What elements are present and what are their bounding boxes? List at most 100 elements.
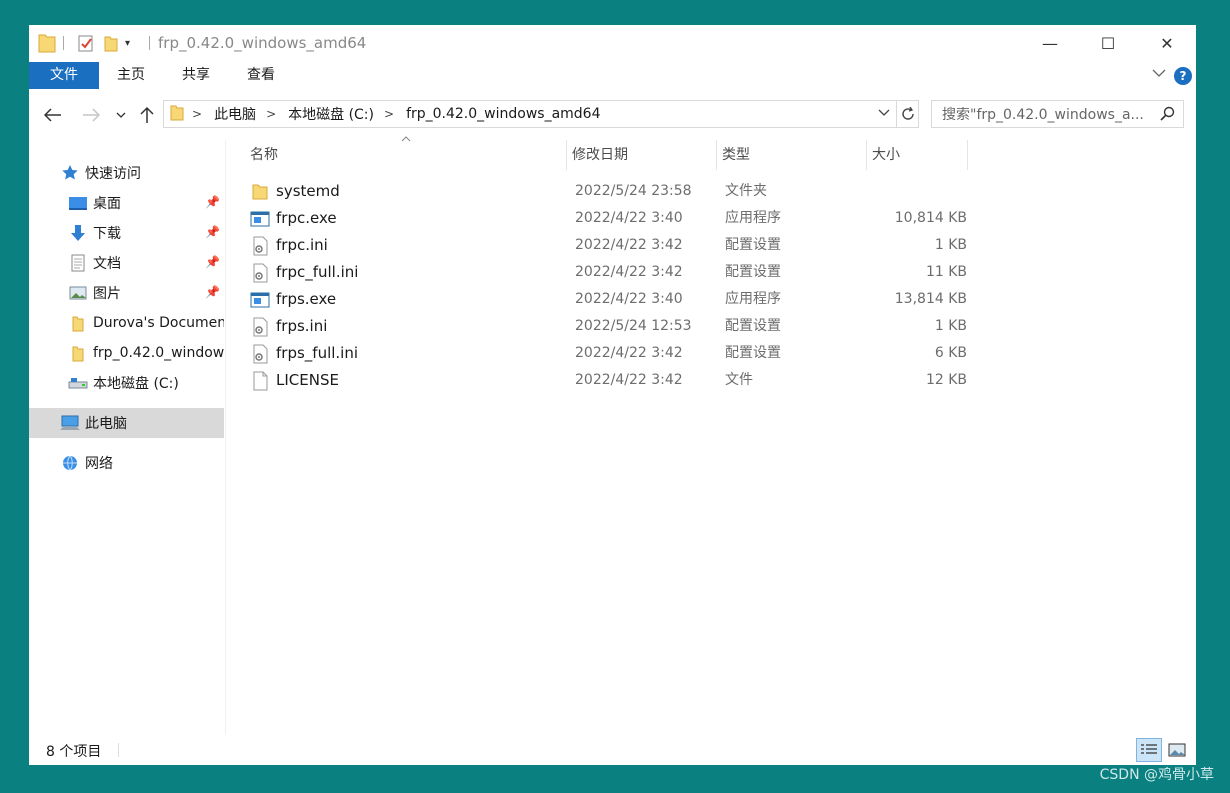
table-row[interactable]: systemd 2022/5/24 23:58 文件夹 xyxy=(245,178,967,205)
chevron-right-icon[interactable]: > xyxy=(384,107,394,121)
sidebar-item-label: 此电脑 xyxy=(85,416,127,432)
pictures-icon xyxy=(68,283,88,303)
breadcrumb-frp-folder[interactable]: frp_0.42.0_windows_amd64 xyxy=(406,106,600,122)
column-header-date[interactable]: 修改日期 xyxy=(567,140,717,170)
file-name: frps_full.ini xyxy=(276,344,359,362)
details-view-button[interactable] xyxy=(1136,738,1162,762)
ribbon: 文件 主页 共享 查看 ? xyxy=(29,62,1196,90)
table-row[interactable]: frps.exe 2022/4/22 3:40 应用程序 13,814 KB xyxy=(245,286,967,313)
table-row[interactable]: frpc.exe 2022/4/22 3:40 应用程序 10,814 KB xyxy=(245,205,967,232)
tab-share[interactable]: 共享 xyxy=(179,62,213,89)
breadcrumb-this-pc[interactable]: 此电脑 xyxy=(214,104,256,124)
customize-toolbar-dropdown[interactable]: ▾ xyxy=(125,31,130,55)
search-icon[interactable] xyxy=(1160,106,1175,125)
tab-file[interactable]: 文件 xyxy=(29,62,99,89)
file-name: frpc.exe xyxy=(276,209,337,227)
recent-locations-icon[interactable] xyxy=(113,103,129,127)
sidebar-item-pictures[interactable]: 图片 📌 xyxy=(29,278,224,308)
sidebar-item-label: 桌面 xyxy=(93,196,121,212)
breadcrumb-local-disk[interactable]: 本地磁盘 (C:) xyxy=(288,104,374,124)
file-size: 1 KB xyxy=(934,237,967,253)
address-history-dropdown[interactable] xyxy=(878,106,890,120)
chevron-right-icon[interactable]: > xyxy=(192,107,202,121)
column-header-size[interactable]: 大小 xyxy=(867,140,968,170)
navigation-bar: > 此电脑 > 本地磁盘 (C:) > frp_0.42.0_windows_a… xyxy=(29,90,1196,140)
sidebar-item-quick-access[interactable]: 快速访问 xyxy=(29,158,224,188)
file-name: LICENSE xyxy=(276,371,339,389)
drive-icon xyxy=(68,373,88,393)
file-name: frpc.ini xyxy=(276,236,328,254)
chevron-right-icon[interactable]: > xyxy=(266,107,276,121)
sidebar-item-this-pc[interactable]: 此电脑 xyxy=(29,408,224,438)
file-name: frps.exe xyxy=(276,290,337,308)
sidebar-item-frp-folder[interactable]: frp_0.42.0_windows_amd64 xyxy=(29,338,224,368)
toolbar-divider xyxy=(63,36,64,50)
item-count: 8 个项目 xyxy=(46,744,102,760)
file-size: 10,814 KB xyxy=(894,210,967,226)
minimize-button[interactable]: — xyxy=(1021,25,1079,62)
file-type: 配置设置 xyxy=(725,318,781,334)
forward-arrow-icon[interactable] xyxy=(79,103,103,127)
table-row[interactable]: frpc_full.ini 2022/4/22 3:42 配置设置 11 KB xyxy=(245,259,967,286)
title-bar: ▾ frp_0.42.0_windows_amd64 — ☐ ✕ xyxy=(29,25,1196,62)
sidebar-item-documents[interactable]: 文档 📌 xyxy=(29,248,224,278)
pin-icon[interactable]: 📌 xyxy=(205,195,220,209)
file-date: 2022/4/22 3:42 xyxy=(575,264,683,280)
folder-icon xyxy=(170,103,184,125)
search-input[interactable]: 搜索"frp_0.42.0_windows_a... xyxy=(942,104,1154,124)
sidebar-item-label: 下载 xyxy=(93,226,121,242)
file-type: 应用程序 xyxy=(725,291,781,307)
explorer-window: ▾ frp_0.42.0_windows_amd64 — ☐ ✕ 文件 主页 共… xyxy=(29,25,1196,765)
pin-icon[interactable]: 📌 xyxy=(205,225,220,239)
status-bar: 8 个项目 xyxy=(29,735,1196,765)
table-row[interactable]: LICENSE 2022/4/22 3:42 文件 12 KB xyxy=(245,367,967,394)
file-type: 应用程序 xyxy=(725,210,781,226)
download-icon xyxy=(68,223,88,243)
file-size: 11 KB xyxy=(925,264,967,280)
close-button[interactable]: ✕ xyxy=(1138,25,1196,62)
sidebar-item-durova-documents[interactable]: Durova's Documents xyxy=(29,308,224,338)
column-header-name[interactable]: 名称 xyxy=(245,140,567,170)
file-date: 2022/5/24 12:53 xyxy=(575,318,692,334)
properties-icon[interactable] xyxy=(78,31,94,55)
file-list: 名称 修改日期 类型 大小 systemd 2022/5/24 23:58 文件夹 f… xyxy=(227,136,1196,735)
status-divider xyxy=(118,743,119,757)
refresh-icon xyxy=(901,107,914,120)
up-arrow-icon[interactable] xyxy=(135,103,159,127)
pin-icon[interactable]: 📌 xyxy=(205,285,220,299)
help-icon[interactable]: ? xyxy=(1174,67,1192,85)
table-row[interactable]: frpc.ini 2022/4/22 3:42 配置设置 1 KB xyxy=(245,232,967,259)
tab-home[interactable]: 主页 xyxy=(114,62,148,89)
maximize-button[interactable]: ☐ xyxy=(1079,25,1137,62)
new-folder-icon[interactable] xyxy=(104,31,118,55)
table-row[interactable]: frps_full.ini 2022/4/22 3:42 配置设置 6 KB xyxy=(245,340,967,367)
file-name: frpc_full.ini xyxy=(276,263,359,281)
address-bar[interactable]: > 此电脑 > 本地磁盘 (C:) > frp_0.42.0_windows_a… xyxy=(163,100,897,128)
folder-icon xyxy=(68,313,88,333)
sidebar-item-label: 图片 xyxy=(93,286,121,302)
folder-icon xyxy=(68,343,88,363)
search-box[interactable]: 搜索"frp_0.42.0_windows_a... xyxy=(931,100,1184,128)
file-type: 配置设置 xyxy=(725,345,781,361)
folder-icon xyxy=(38,31,56,55)
file-date: 2022/4/22 3:40 xyxy=(575,291,683,307)
pin-icon[interactable]: 📌 xyxy=(205,255,220,269)
blank-file-icon xyxy=(250,371,270,391)
sidebar-item-desktop[interactable]: 桌面 📌 xyxy=(29,188,224,218)
file-size: 6 KB xyxy=(934,345,967,361)
sidebar-item-network[interactable]: 网络 xyxy=(29,448,224,478)
file-date: 2022/5/24 23:58 xyxy=(575,183,692,199)
sidebar-item-label: 本地磁盘 (C:) xyxy=(93,376,179,392)
folder-icon xyxy=(250,182,270,202)
back-arrow-icon[interactable] xyxy=(41,103,65,127)
table-row[interactable]: frps.ini 2022/5/24 12:53 配置设置 1 KB xyxy=(245,313,967,340)
refresh-button[interactable] xyxy=(897,100,919,128)
chevron-down-icon[interactable] xyxy=(1152,67,1166,82)
sidebar-item-downloads[interactable]: 下载 📌 xyxy=(29,218,224,248)
large-icons-view-button[interactable] xyxy=(1166,738,1188,762)
sidebar-item-local-disk[interactable]: 本地磁盘 (C:) xyxy=(29,368,224,398)
column-header-type[interactable]: 类型 xyxy=(717,140,867,170)
tab-view[interactable]: 查看 xyxy=(244,62,278,89)
window-title: frp_0.42.0_windows_amd64 xyxy=(158,34,367,52)
sidebar-item-label: 文档 xyxy=(93,256,121,272)
